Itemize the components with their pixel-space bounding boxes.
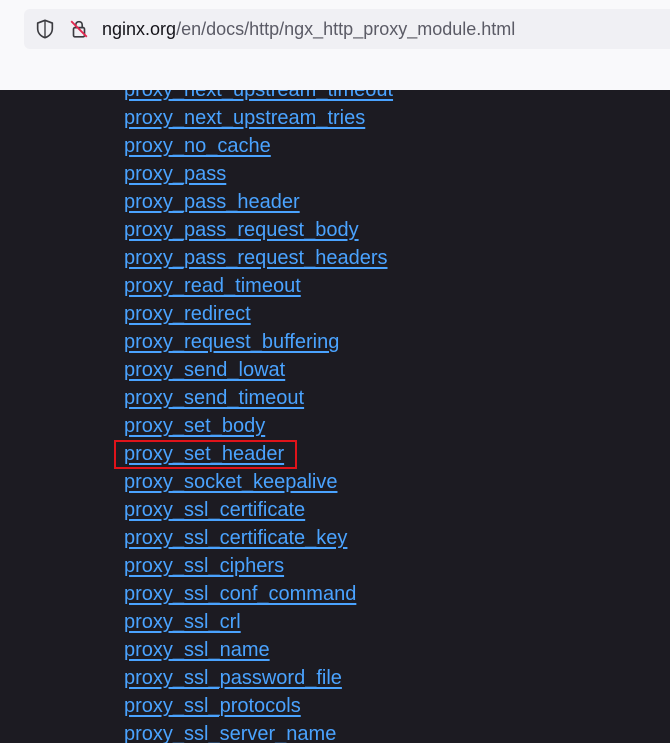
- list-item: proxy_ssl_ciphers: [124, 552, 393, 580]
- list-item: proxy_next_upstream_timeout: [124, 90, 393, 104]
- directive-link[interactable]: proxy_pass: [124, 163, 226, 185]
- address-bar[interactable]: nginx.org/en/docs/http/ngx_http_proxy_mo…: [24, 9, 670, 49]
- list-item: proxy_pass_request_headers: [124, 244, 393, 272]
- directive-link[interactable]: proxy_socket_keepalive: [124, 471, 337, 493]
- url-domain: nginx.org: [102, 19, 177, 39]
- url-text[interactable]: nginx.org/en/docs/http/ngx_http_proxy_mo…: [102, 18, 515, 40]
- page-content: proxy_next_upstream_timeout proxy_next_up…: [0, 90, 670, 743]
- list-item: proxy_pass_header: [124, 188, 393, 216]
- directive-link[interactable]: proxy_set_body: [124, 415, 265, 437]
- list-item: proxy_ssl_server_name: [124, 720, 393, 743]
- directive-link[interactable]: proxy_ssl_password_file: [124, 667, 342, 689]
- directive-link[interactable]: proxy_next_upstream_tries: [124, 107, 365, 129]
- list-item: proxy_send_lowat: [124, 356, 393, 384]
- list-item: proxy_pass_request_body: [124, 216, 393, 244]
- directive-link[interactable]: proxy_request_buffering: [124, 331, 339, 353]
- list-item: proxy_set_body: [124, 412, 393, 440]
- directive-link[interactable]: proxy_redirect: [124, 303, 251, 325]
- url-path: /en/docs/http/ngx_http_proxy_module.html: [176, 19, 516, 39]
- directive-link[interactable]: proxy_no_cache: [124, 135, 271, 157]
- insecure-lock-icon[interactable]: [68, 18, 90, 40]
- list-item: proxy_ssl_certificate: [124, 496, 393, 524]
- list-item: proxy_pass: [124, 160, 393, 188]
- highlight-box: [114, 440, 297, 469]
- directive-list: proxy_next_upstream_timeout proxy_next_up…: [124, 90, 393, 743]
- list-item: proxy_send_timeout: [124, 384, 393, 412]
- list-item: proxy_no_cache: [124, 132, 393, 160]
- directive-link[interactable]: proxy_ssl_certificate_key: [124, 527, 347, 549]
- list-item: proxy_request_buffering: [124, 328, 393, 356]
- list-item: proxy_ssl_name: [124, 636, 393, 664]
- list-item: proxy_ssl_protocols: [124, 692, 393, 720]
- directive-link[interactable]: proxy_send_timeout: [124, 387, 304, 409]
- shield-icon[interactable]: [34, 18, 56, 40]
- directive-link[interactable]: proxy_pass_request_body: [124, 219, 359, 241]
- browser-toolbar: nginx.org/en/docs/http/ngx_http_proxy_mo…: [0, 0, 670, 90]
- list-item: proxy_ssl_certificate_key: [124, 524, 393, 552]
- directive-link[interactable]: proxy_send_lowat: [124, 359, 285, 381]
- directive-link[interactable]: proxy_ssl_name: [124, 639, 270, 661]
- directive-link[interactable]: proxy_pass_header: [124, 191, 300, 213]
- list-item: proxy_next_upstream_tries: [124, 104, 393, 132]
- directive-link[interactable]: proxy_ssl_conf_command: [124, 583, 356, 605]
- list-item: proxy_ssl_crl: [124, 608, 393, 636]
- directive-link[interactable]: proxy_ssl_server_name: [124, 723, 336, 743]
- directive-link[interactable]: proxy_ssl_protocols: [124, 695, 301, 717]
- directive-link[interactable]: proxy_ssl_crl: [124, 611, 241, 633]
- list-item: proxy_ssl_conf_command: [124, 580, 393, 608]
- directive-link[interactable]: proxy_ssl_certificate: [124, 499, 305, 521]
- list-item: proxy_redirect: [124, 300, 393, 328]
- directive-link[interactable]: proxy_ssl_ciphers: [124, 555, 284, 577]
- list-item: proxy_ssl_password_file: [124, 664, 393, 692]
- directive-link[interactable]: proxy_next_upstream_timeout: [124, 90, 393, 101]
- directive-link[interactable]: proxy_pass_request_headers: [124, 247, 388, 269]
- list-item: proxy_read_timeout: [124, 272, 393, 300]
- directive-link[interactable]: proxy_read_timeout: [124, 275, 301, 297]
- list-item: proxy_socket_keepalive: [124, 468, 393, 496]
